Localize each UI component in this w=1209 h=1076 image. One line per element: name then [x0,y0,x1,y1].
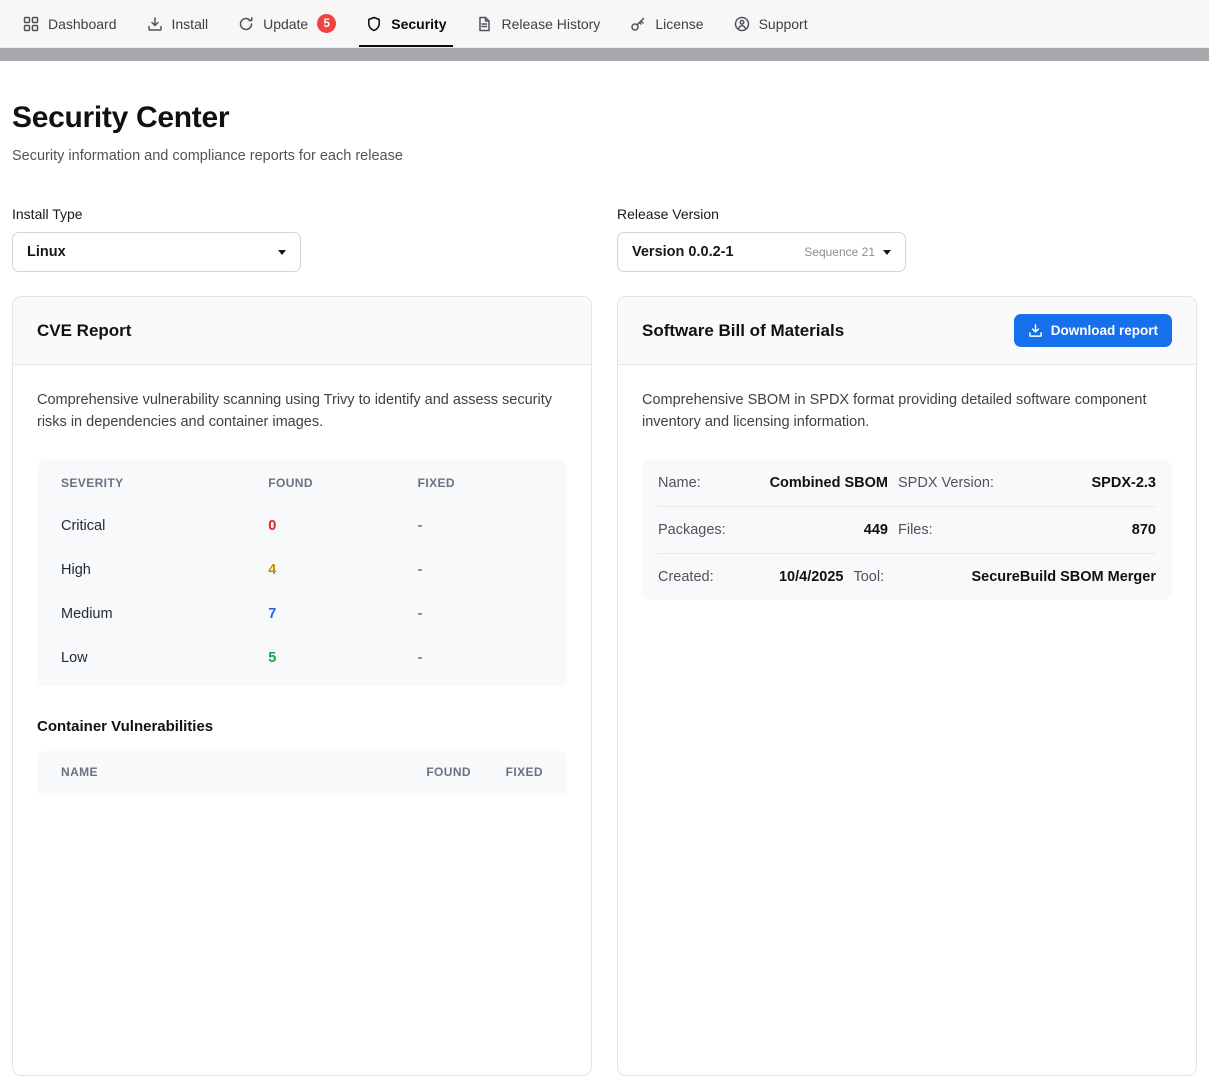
nav-label: Install [172,16,209,32]
sbom-packages-value: 449 [748,522,888,538]
severity-fixed-count: - [418,518,543,534]
sbom-card: Software Bill of Materials Download repo… [617,296,1197,1076]
install-type-select[interactable]: Linux [12,232,301,272]
nav-label: Release History [501,16,600,32]
nav-item-update[interactable]: Update 5 [223,0,351,47]
sbom-card-title: Software Bill of Materials [642,321,844,341]
sbom-created-value: 10/4/2025 [748,569,843,585]
sbom-files-value: 870 [1016,522,1156,538]
chevron-down-icon [883,250,891,255]
release-version-right: Sequence 21 [804,245,891,259]
sbom-description: Comprehensive SBOM in SPDX format provid… [642,389,1172,434]
nav-item-license[interactable]: License [615,0,718,47]
sequence-label: Sequence 21 [804,245,875,259]
dashboard-icon [23,16,39,32]
install-type-label: Install Type [12,206,592,222]
severity-found-count: 5 [268,650,417,666]
update-count-badge: 5 [317,14,336,33]
nav-label: Dashboard [48,16,117,32]
download-report-label: Download report [1051,323,1158,338]
sbom-card-body: Comprehensive SBOM in SPDX format provid… [618,365,1196,624]
cve-description: Comprehensive vulnerability scanning usi… [37,389,567,434]
nav-label: Update [263,16,308,32]
cve-card-body: Comprehensive vulnerability scanning usi… [13,365,591,817]
sbom-info-grid: Name: Combined SBOM SPDX Version: SPDX-2… [642,460,1172,600]
support-icon [734,16,750,32]
nav-item-install[interactable]: Install [132,0,224,47]
nav-item-security[interactable]: Security [351,0,461,47]
sbom-tool-label: Tool: [853,569,961,585]
severity-table-header: SEVERITY FOUND FIXED [37,462,567,504]
key-icon [630,16,646,32]
download-icon [1028,323,1043,338]
page-title: Security Center [12,101,1197,135]
severity-label: High [61,562,268,578]
install-type-value: Linux [27,244,66,260]
cve-card-title: CVE Report [37,321,131,341]
severity-fixed-count: - [418,606,543,622]
container-vulnerabilities-title: Container Vulnerabilities [37,718,567,735]
download-report-button[interactable]: Download report [1014,314,1172,347]
col-found: FOUND [268,476,417,490]
sbom-info-row: Name: Combined SBOM SPDX Version: SPDX-2… [658,460,1156,507]
severity-fixed-count: - [418,562,543,578]
sbom-spdx-version-label: SPDX Version: [898,475,1006,491]
filters-row: Install Type Linux Release Version Versi… [12,206,1197,272]
shield-icon [366,16,382,32]
col-fixed: FIXED [471,765,543,779]
col-name: NAME [61,765,375,779]
severity-found-count: 0 [268,518,417,534]
col-found: FOUND [375,765,471,779]
install-icon [147,16,163,32]
sbom-files-label: Files: [898,522,1006,538]
nav-label: Support [759,16,808,32]
nav-label: License [655,16,703,32]
cve-report-card: CVE Report Comprehensive vulnerability s… [12,296,592,1076]
severity-row-high: High 4 - [37,548,567,592]
severity-row-critical: Critical 0 - [37,504,567,548]
severity-table: SEVERITY FOUND FIXED Critical 0 - High 4… [37,460,567,686]
main-content: Security Center Security information and… [0,101,1209,1076]
sbom-info-row: Packages: 449 Files: 870 [658,507,1156,554]
update-icon [238,16,254,32]
severity-found-count: 7 [268,606,417,622]
document-icon [476,16,492,32]
severity-label: Medium [61,606,268,622]
col-severity: SEVERITY [61,476,268,490]
page-subtitle: Security information and compliance repo… [12,148,1197,164]
sbom-spdx-version-value: SPDX-2.3 [1016,475,1156,491]
cve-card-header: CVE Report [13,297,591,365]
cards-row: CVE Report Comprehensive vulnerability s… [12,296,1197,1076]
sbom-name-label: Name: [658,475,738,491]
sbom-card-header: Software Bill of Materials Download repo… [618,297,1196,365]
severity-fixed-count: - [418,650,543,666]
severity-row-medium: Medium 7 - [37,592,567,636]
chevron-down-icon [278,250,286,255]
divider-strip [0,48,1209,61]
severity-found-count: 4 [268,562,417,578]
severity-row-low: Low 5 - [37,636,567,680]
severity-label: Low [61,650,268,666]
install-type-filter: Install Type Linux [12,206,592,272]
nav-item-release-history[interactable]: Release History [461,0,615,47]
severity-label: Critical [61,518,268,534]
nav-item-support[interactable]: Support [719,0,823,47]
top-navbar: Dashboard Install Update 5 Security [0,0,1209,48]
col-fixed: FIXED [418,476,543,490]
sbom-created-label: Created: [658,569,738,585]
release-version-filter: Release Version Version 0.0.2-1 Sequence… [617,206,1197,272]
sbom-info-row: Created: 10/4/2025 Tool: SecureBuild SBO… [658,554,1156,600]
sbom-tool-value: SecureBuild SBOM Merger [971,569,1156,585]
sbom-name-value: Combined SBOM [748,475,888,491]
release-version-value: Version 0.0.2-1 [632,244,734,260]
release-version-select[interactable]: Version 0.0.2-1 Sequence 21 [617,232,906,272]
release-version-label: Release Version [617,206,1197,222]
nav-item-dashboard[interactable]: Dashboard [8,0,132,47]
sbom-packages-label: Packages: [658,522,738,538]
nav-label: Security [391,16,446,32]
